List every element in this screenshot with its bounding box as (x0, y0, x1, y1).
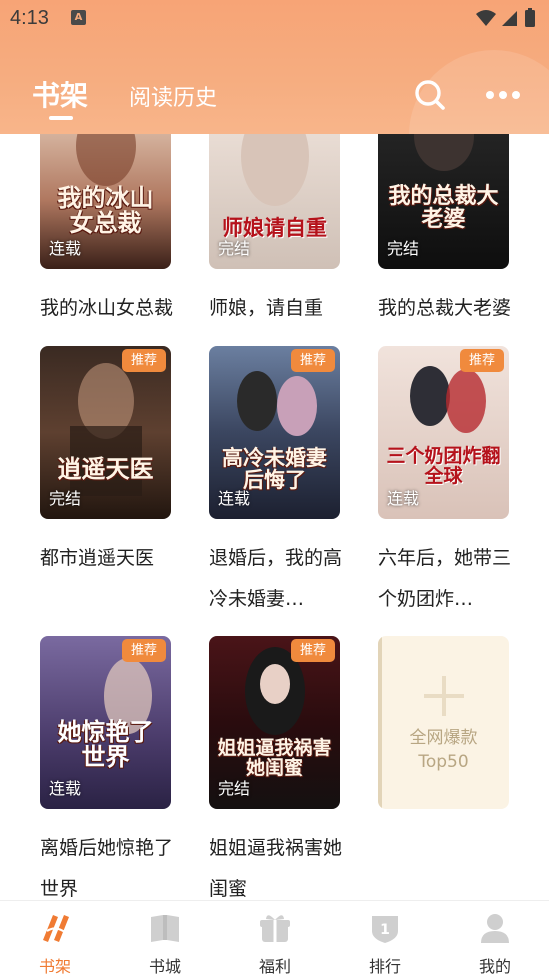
book-status: 连载 (49, 779, 82, 798)
book-card[interactable]: 逍遥天医 推荐 完结 都市逍遥天医 (40, 346, 172, 569)
book-card[interactable]: 姐姐逼我祸害她闺蜜 推荐 完结 姐姐逼我祸害她闺蜜 (209, 636, 342, 900)
book-title: 我的总裁大老婆 (378, 297, 512, 319)
status-time: 4:13 (10, 7, 49, 29)
nav-profile[interactable]: 我的 (440, 901, 549, 976)
more-icon[interactable] (484, 82, 522, 108)
nav-label: 排行 (368, 957, 401, 976)
nav-ranking[interactable]: 1 排行 (330, 901, 440, 976)
top50-line2: Top50 (418, 752, 469, 772)
profile-icon (481, 914, 509, 943)
nav-bookshelf[interactable]: 书架 (0, 901, 110, 976)
recommend-badge: 推荐 (290, 349, 335, 372)
nav-label: 书架 (38, 957, 71, 976)
book-card[interactable]: 我的冰山女总裁 连载 我的冰山女总裁 (40, 134, 173, 319)
plus-icon (424, 676, 464, 716)
tab-indicator (49, 116, 73, 120)
top50-label: 全网爆款 Top50 (378, 726, 509, 774)
notification-icon: A (71, 10, 86, 25)
recommend-badge: 推荐 (290, 639, 335, 662)
cover-title: 她惊艳了世界 (57, 716, 154, 771)
bookshelf-icon (43, 915, 69, 942)
nav-bookstore[interactable]: 书城 (110, 901, 220, 976)
book-icon (151, 915, 179, 942)
recommend-badge: 推荐 (459, 349, 504, 372)
gift-icon (260, 915, 290, 942)
card-spine (378, 636, 382, 809)
search-icon[interactable] (413, 78, 447, 112)
cover-title: 我的冰山女总裁 (57, 182, 154, 237)
bottom-nav: 书架 书城 福利 1 排行 我的 (0, 900, 549, 976)
tab-bookshelf[interactable]: 书架 (32, 74, 88, 114)
book-cover[interactable]: 姐姐逼我祸害她闺蜜 推荐 完结 (209, 636, 340, 809)
book-card[interactable]: 高冷未婚妻后悔了 推荐 连载 退婚后，我的高冷未婚妻… (209, 346, 342, 610)
book-card[interactable]: 师娘请自重 完结 师娘，请自重 (209, 134, 341, 319)
cover-title: 姐姐逼我祸害她闺蜜 (217, 737, 332, 780)
book-cover[interactable]: 她惊艳了世界 推荐 连载 (40, 636, 171, 809)
svg-text:1: 1 (380, 922, 390, 938)
book-title: 退婚后，我的高冷未婚妻… (209, 547, 343, 610)
book-cover[interactable]: 师娘请自重 完结 (209, 134, 340, 269)
book-card[interactable]: 我的总裁大老婆 完结 我的总裁大老婆 (378, 134, 511, 319)
system-icons (476, 8, 535, 27)
book-status: 完结 (49, 489, 82, 508)
header: 4:13 A 书架 阅读历史 (0, 0, 549, 134)
book-title: 都市逍遥天医 (40, 547, 155, 569)
book-status: 完结 (387, 239, 420, 258)
recommend-badge: 推荐 (121, 349, 166, 372)
signal-icon (502, 11, 517, 26)
app-root: 4:13 A 书架 阅读历史 我的冰山女总裁 连载 我的冰山女总裁 师娘请自重 … (0, 0, 549, 976)
add-book-card[interactable]: 全网爆款 Top50 (378, 636, 510, 809)
cover-title: 我的总裁大老婆 (388, 182, 499, 232)
book-cover[interactable]: 高冷未婚妻后悔了 推荐 连载 (209, 346, 340, 519)
nav-label: 我的 (478, 957, 511, 976)
nav-welfare[interactable]: 福利 (220, 901, 330, 976)
bookshelf-content[interactable]: 我的冰山女总裁 连载 我的冰山女总裁 师娘请自重 完结 师娘，请自重 我的总裁大… (0, 134, 549, 900)
book-status: 完结 (218, 239, 251, 258)
book-title: 姐姐逼我祸害她闺蜜 (209, 837, 343, 900)
book-title: 我的冰山女总裁 (40, 297, 174, 319)
book-title: 师娘，请自重 (209, 297, 324, 319)
book-card[interactable]: 三个奶团炸翻全球 推荐 连载 六年后，她带三个奶团炸… (378, 346, 511, 610)
tab-reading-history[interactable]: 阅读历史 (129, 80, 217, 112)
top50-card[interactable]: 全网爆款 Top50 (378, 636, 509, 809)
book-cover[interactable]: 三个奶团炸翻全球 推荐 连载 (378, 346, 509, 519)
book-status: 连载 (218, 489, 251, 508)
nav-label: 福利 (258, 957, 291, 976)
book-cover[interactable]: 我的冰山女总裁 连载 (40, 134, 171, 269)
book-status: 连载 (387, 489, 420, 508)
top50-line1: 全网爆款 (409, 728, 478, 748)
book-cover[interactable]: 逍遥天医 推荐 完结 (40, 346, 171, 519)
book-title: 离婚后她惊艳了世界 (40, 837, 174, 900)
recommend-badge: 推荐 (121, 639, 166, 662)
cover-title: 逍遥天医 (57, 453, 154, 483)
book-card[interactable]: 她惊艳了世界 推荐 连载 离婚后她惊艳了世界 (40, 636, 173, 900)
cover-title: 三个奶团炸翻全球 (386, 445, 501, 488)
book-status: 连载 (49, 239, 82, 258)
top-tabs: 书架 阅读历史 (0, 68, 549, 128)
battery-icon (525, 10, 535, 27)
book-title: 六年后，她带三个奶团炸… (378, 547, 512, 610)
nav-label: 书城 (148, 957, 181, 976)
book-cover[interactable]: 我的总裁大老婆 完结 (378, 134, 509, 269)
wifi-icon (476, 10, 496, 26)
book-status: 完结 (218, 779, 251, 798)
status-bar: 4:13 A (0, 0, 549, 38)
rank-icon: 1 (372, 916, 398, 943)
